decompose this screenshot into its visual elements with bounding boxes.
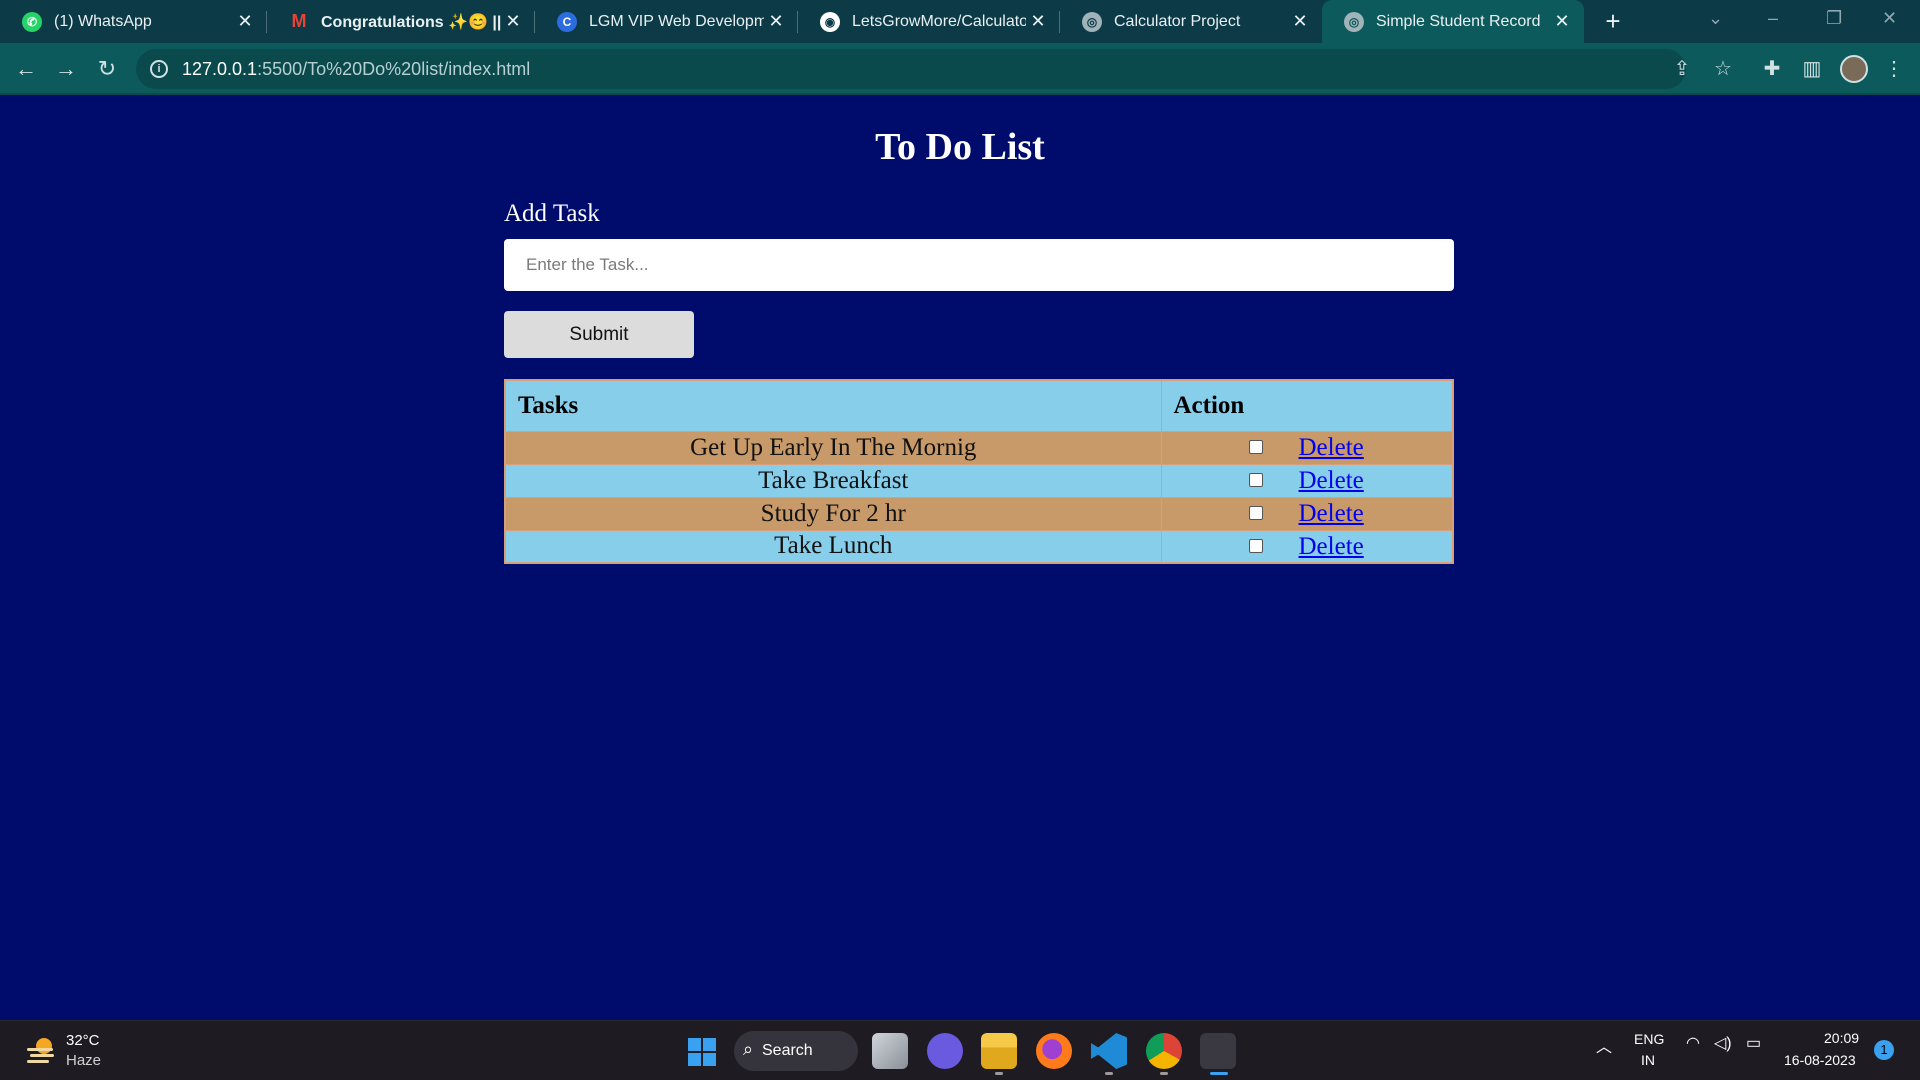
delete-link[interactable]: Delete <box>1299 533 1364 561</box>
task-text: Study For 2 hr <box>504 496 1162 531</box>
table-header-row: Tasks Action <box>504 379 1454 432</box>
globe-icon: ◎ <box>1082 11 1102 32</box>
notification-badge[interactable]: 1 <box>1874 1040 1894 1060</box>
whatsapp-icon: ✆ <box>22 11 42 32</box>
windows-start-icon[interactable] <box>688 1038 716 1066</box>
delete-link[interactable]: Delete <box>1299 434 1364 462</box>
bookmark-star-icon[interactable]: ☆ <box>1709 55 1737 83</box>
task-checkbox[interactable] <box>1248 439 1263 454</box>
close-icon[interactable]: ✕ <box>1026 11 1050 32</box>
table-row: Take Breakfast Delete <box>504 463 1454 498</box>
action-column-header: Action <box>1160 379 1454 432</box>
task-text: Take Breakfast <box>504 463 1162 498</box>
forward-icon[interactable]: → <box>52 55 80 83</box>
show-hidden-icons-chevron-icon[interactable]: ︿ <box>1596 1033 1612 1057</box>
action-cell: Delete <box>1160 430 1454 465</box>
lgm-icon: C <box>557 11 577 32</box>
site-info-icon[interactable]: i <box>150 60 168 78</box>
taskbar-search[interactable]: ⌕ Search <box>734 1031 858 1071</box>
tab-whatsapp[interactable]: ✆ (1) WhatsApp ✕ <box>0 0 267 43</box>
back-icon[interactable]: ← <box>12 55 40 83</box>
wifi-icon[interactable]: ◠ <box>1686 1033 1700 1053</box>
weather-temperature: 32°C <box>66 1032 100 1049</box>
minimize-icon[interactable]: – <box>1768 8 1778 29</box>
browser-tab-bar: ✆ (1) WhatsApp ✕ M Congratulations ✨😊 ||… <box>0 0 1920 43</box>
maximize-icon[interactable]: ❐ <box>1826 8 1842 29</box>
battery-icon[interactable]: ▭ <box>1746 1033 1761 1053</box>
task-view-icon[interactable] <box>872 1033 908 1069</box>
search-label: Search <box>762 1042 813 1059</box>
tab-title: Calculator Project <box>1114 12 1241 30</box>
close-icon[interactable]: ✕ <box>1550 11 1574 32</box>
table-row: Study For 2 hr Delete <box>504 496 1454 531</box>
clock-date[interactable]: 16-08-2023 <box>1784 1052 1856 1068</box>
table-row: Get Up Early In The Mornig Delete <box>504 430 1454 465</box>
file-explorer-icon[interactable] <box>981 1033 1017 1069</box>
firefox-icon[interactable] <box>1036 1033 1072 1069</box>
action-cell: Delete <box>1160 463 1454 498</box>
close-icon[interactable]: ✕ <box>764 11 788 32</box>
globe-icon: ◎ <box>1344 11 1364 32</box>
new-tab-button[interactable]: + <box>1598 6 1628 36</box>
task-text: Take Lunch <box>504 529 1162 564</box>
task-checkbox[interactable] <box>1248 505 1263 520</box>
share-icon[interactable]: ⇪ <box>1668 55 1696 83</box>
close-icon[interactable]: ✕ <box>1288 11 1312 32</box>
address-bar[interactable]: i 127.0.0.1 :5500/To%20Do%20list/index.h… <box>136 49 1686 89</box>
submit-button[interactable]: Submit <box>504 311 694 358</box>
page-title: To Do List <box>875 126 1045 168</box>
close-window-icon[interactable]: ✕ <box>1882 8 1897 29</box>
extensions-icon[interactable]: ✚ <box>1758 55 1786 83</box>
search-icon: ⌕ <box>743 1039 754 1059</box>
teams-chat-icon[interactable] <box>927 1033 963 1069</box>
task-table: Tasks Action Get Up Early In The Mornig … <box>504 379 1454 564</box>
tab-title: Simple Student Record <box>1376 12 1541 30</box>
reload-icon[interactable]: ↻ <box>93 55 121 83</box>
page-content: To Do List Add Task Submit Tasks Action … <box>0 97 1920 1020</box>
tasks-column-header: Tasks <box>504 379 1162 432</box>
url-path: :5500/To%20Do%20list/index.html <box>257 58 531 79</box>
action-cell: Delete <box>1160 529 1454 564</box>
task-input[interactable] <box>504 239 1454 291</box>
github-icon: ◉ <box>820 11 840 32</box>
tab-gmail[interactable]: M Congratulations ✨😊 || Of ✕ <box>267 0 535 43</box>
tab-simple-student-record[interactable]: ◎ Simple Student Record ✕ <box>1322 0 1584 43</box>
close-icon[interactable]: ✕ <box>233 11 257 32</box>
clock-time[interactable]: 20:09 <box>1824 1030 1859 1046</box>
vscode-icon[interactable] <box>1091 1033 1127 1069</box>
chrome-icon[interactable] <box>1146 1033 1182 1069</box>
weather-description: Haze <box>66 1052 102 1069</box>
tab-title: LGM VIP Web Development <box>589 12 764 30</box>
delete-link[interactable]: Delete <box>1299 467 1364 495</box>
side-panel-icon[interactable]: ▥ <box>1798 55 1826 83</box>
task-text: Get Up Early In The Mornig <box>504 430 1162 465</box>
tab-search-icon[interactable]: ⌄ <box>1708 8 1723 29</box>
url-host: 127.0.0.1 <box>182 58 258 79</box>
tab-calculator-project[interactable]: ◎ Calculator Project ✕ <box>1060 0 1322 43</box>
close-icon[interactable]: ✕ <box>501 11 525 32</box>
delete-link[interactable]: Delete <box>1299 500 1364 528</box>
task-checkbox[interactable] <box>1248 472 1263 487</box>
action-cell: Delete <box>1160 496 1454 531</box>
tab-title: (1) WhatsApp <box>54 12 152 30</box>
os-taskbar: 32°C Haze ⌕ Search ︿ ENG IN ◠ ◁) ▭ 20:09… <box>0 1020 1920 1080</box>
gmail-icon: M <box>291 11 307 31</box>
tab-github[interactable]: ◉ LetsGrowMore/Calculator.jp ✕ <box>798 0 1060 43</box>
snipping-tool-icon[interactable] <box>1200 1033 1236 1069</box>
haze-weather-icon[interactable] <box>24 1035 58 1065</box>
task-checkbox[interactable] <box>1248 538 1263 553</box>
tab-title: Congratulations ✨😊 || Of <box>321 13 501 31</box>
language-indicator[interactable]: ENG <box>1634 1031 1664 1047</box>
region-indicator[interactable]: IN <box>1641 1052 1655 1068</box>
add-task-label: Add Task <box>504 200 600 227</box>
browser-toolbar: ← → ↻ i 127.0.0.1 :5500/To%20Do%20list/i… <box>0 43 1920 95</box>
tab-title: LetsGrowMore/Calculator.jp <box>852 12 1026 30</box>
volume-icon[interactable]: ◁) <box>1714 1033 1732 1053</box>
table-row: Take Lunch Delete <box>504 529 1454 564</box>
menu-icon[interactable]: ⋮ <box>1880 55 1908 83</box>
profile-avatar[interactable] <box>1840 55 1868 83</box>
tab-lgm[interactable]: C LGM VIP Web Development ✕ <box>535 0 798 43</box>
